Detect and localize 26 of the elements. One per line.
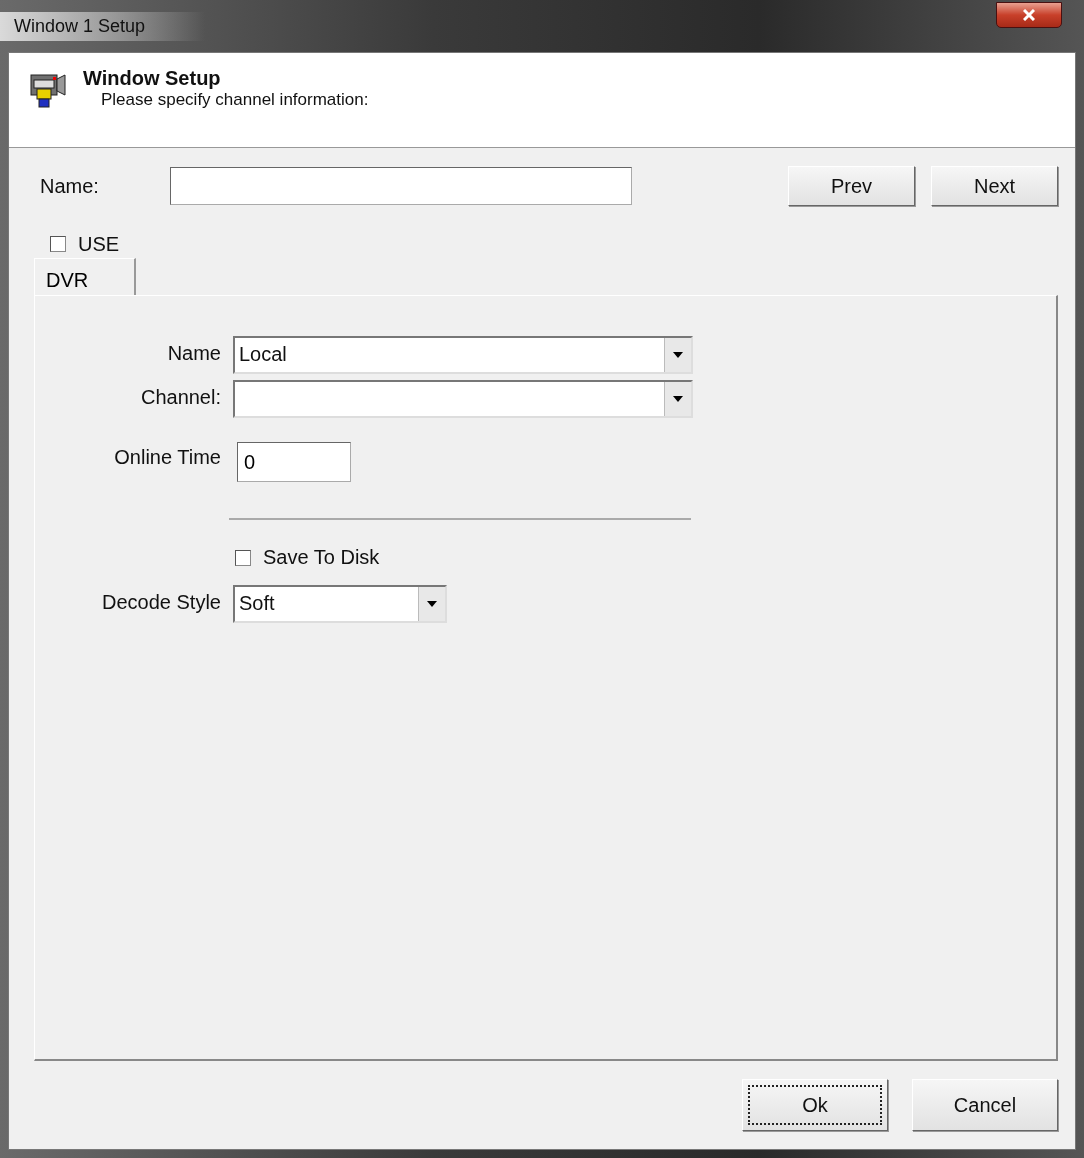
field-label: Online Time <box>114 445 221 470</box>
dropdown[interactable]: Local <box>233 336 693 374</box>
nav-button[interactable]: Next <box>931 166 1058 206</box>
checkbox[interactable] <box>50 236 66 252</box>
tab[interactable]: DVR <box>34 258 136 296</box>
checkbox[interactable] <box>235 549 251 566</box>
field-label: Decode Style <box>102 590 221 615</box>
dropdown[interactable] <box>233 380 693 418</box>
field-label: Name: <box>40 174 100 198</box>
header-subtitle: Please specify channel information: <box>101 90 369 110</box>
nav-button[interactable]: Prev <box>788 166 915 206</box>
dropdown-arrow-icon <box>673 396 683 402</box>
field-label: Channel: <box>140 385 221 410</box>
name-field[interactable] <box>170 167 632 205</box>
dropdown[interactable]: Soft <box>233 585 447 623</box>
close-icon <box>1023 9 1035 21</box>
checkbox-label: Save To Disk <box>263 546 380 569</box>
close-button[interactable] <box>996 2 1062 28</box>
field-label: Name <box>167 341 221 366</box>
dropdown-arrow-icon <box>427 601 437 607</box>
dropdown-arrow-icon <box>673 352 683 358</box>
checkbox-label: USE <box>78 232 120 256</box>
header-title: Window Setup <box>83 67 222 90</box>
dialog-button[interactable]: Ok <box>742 1079 888 1131</box>
input-field[interactable]: 0 <box>237 442 351 482</box>
dialog-button[interactable]: Cancel <box>912 1079 1058 1131</box>
